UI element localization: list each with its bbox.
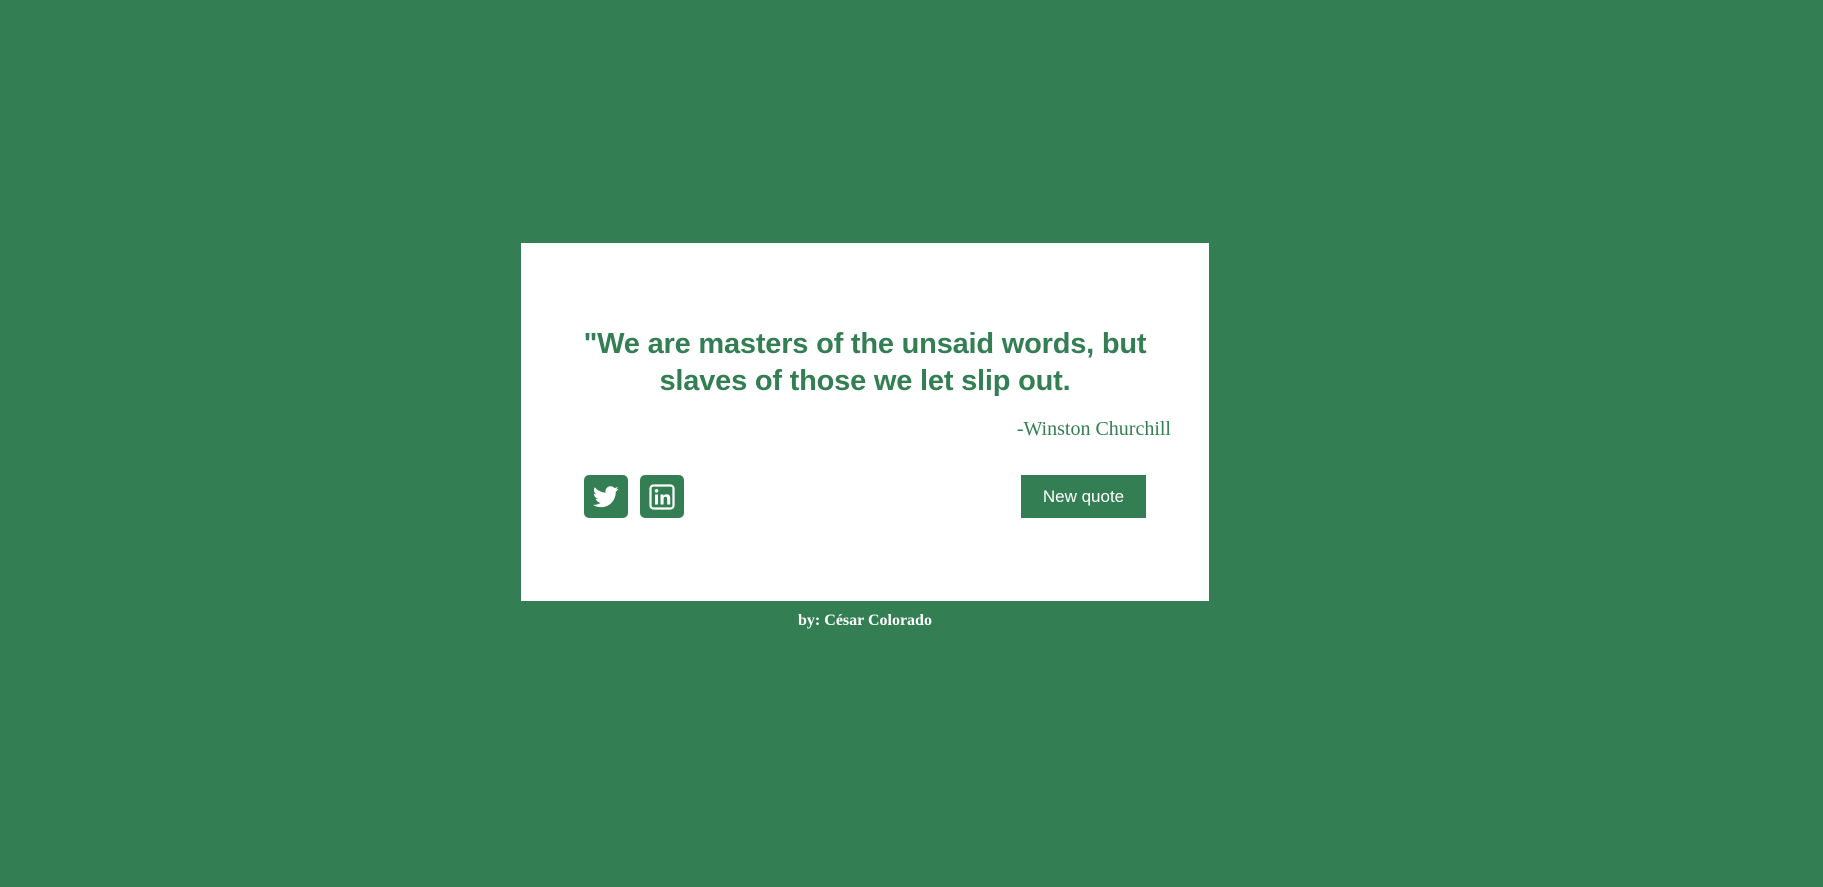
quote-text: "We are masters of the unsaid words, but… — [583, 328, 1147, 397]
linkedin-share-button[interactable] — [640, 475, 684, 518]
quote-author: -Winston Churchill — [1016, 418, 1171, 440]
tweet-quote-button[interactable] — [584, 475, 628, 518]
linkedin-icon — [649, 483, 675, 510]
twitter-icon — [593, 485, 619, 508]
new-quote-button[interactable]: New quote — [1021, 475, 1146, 518]
quote-card: "We are masters of the unsaid words, but… — [521, 243, 1209, 601]
author-credit: by: César Colorado — [798, 612, 932, 629]
